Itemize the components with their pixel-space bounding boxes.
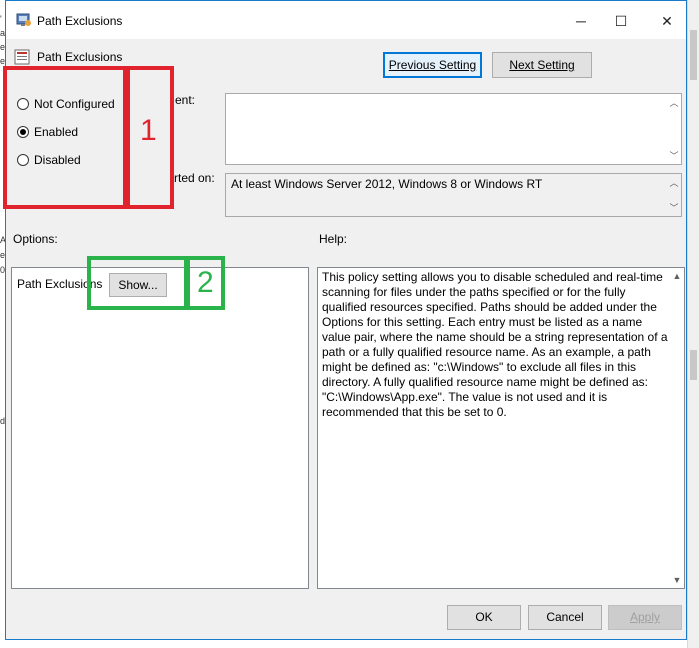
supported-on-label: rted on: [174,171,215,185]
supported-on-field: At least Windows Server 2012, Windows 8 … [225,173,682,217]
scroll-down-icon[interactable]: ▼ [670,575,684,585]
policy-setting-icon [14,49,30,65]
scroll-up-icon[interactable]: ▲ [670,271,684,281]
background-scroll-thumb [690,30,697,80]
apply-label: Apply [629,610,661,624]
background-scrollbar [687,0,699,648]
next-setting-button[interactable]: Next Setting [492,52,592,78]
comment-label: ent: [175,93,196,107]
policy-app-icon [16,13,31,26]
help-heading: Help: [319,232,348,246]
previous-setting-button[interactable]: Previous Setting [383,52,482,78]
apply-button[interactable]: Apply [608,605,682,630]
maximize-button[interactable]: ☐ [606,9,636,33]
scroll-down-icon[interactable]: ﹀ [667,149,681,162]
help-panel: This policy setting allows you to disabl… [317,267,685,589]
policy-name: Path Exclusions [37,50,123,64]
previous-setting-label: Previous Setting [388,58,477,72]
help-scrollbar[interactable]: ▲ ▼ [670,268,684,588]
background-scroll-thumb [690,350,697,380]
help-text: This policy setting allows you to disabl… [322,270,668,419]
background-text-fragment: ' [0,14,2,24]
ok-button[interactable]: OK [447,605,521,630]
title-bar: Path Exclusions ─ ☐ ✕ [6,1,686,39]
next-setting-label: Next Setting [509,58,575,72]
scroll-up-icon[interactable]: ︿ [667,176,681,189]
comment-scrollbar[interactable]: ︿ ﹀ [667,94,681,164]
scroll-up-icon[interactable]: ︿ [667,96,681,109]
supported-on-value: At least Windows Server 2012, Windows 8 … [231,177,543,191]
cancel-button[interactable]: Cancel [528,605,602,630]
options-panel: Path Exclusions Show... [11,267,309,589]
annotation-box-2 [87,256,188,310]
scroll-down-icon[interactable]: ﹀ [667,201,681,214]
supported-on-scrollbar[interactable]: ︿ ﹀ [667,174,681,216]
annotation-number-2: 2 [197,266,214,299]
close-button[interactable]: ✕ [652,9,682,33]
minimize-button[interactable]: ─ [566,9,596,33]
options-heading: Options: [13,232,58,246]
annotation-number-1: 1 [140,114,157,147]
comment-field[interactable]: ︿ ﹀ [225,93,682,165]
window-title: Path Exclusions [37,14,123,28]
annotation-box-1 [3,66,127,209]
